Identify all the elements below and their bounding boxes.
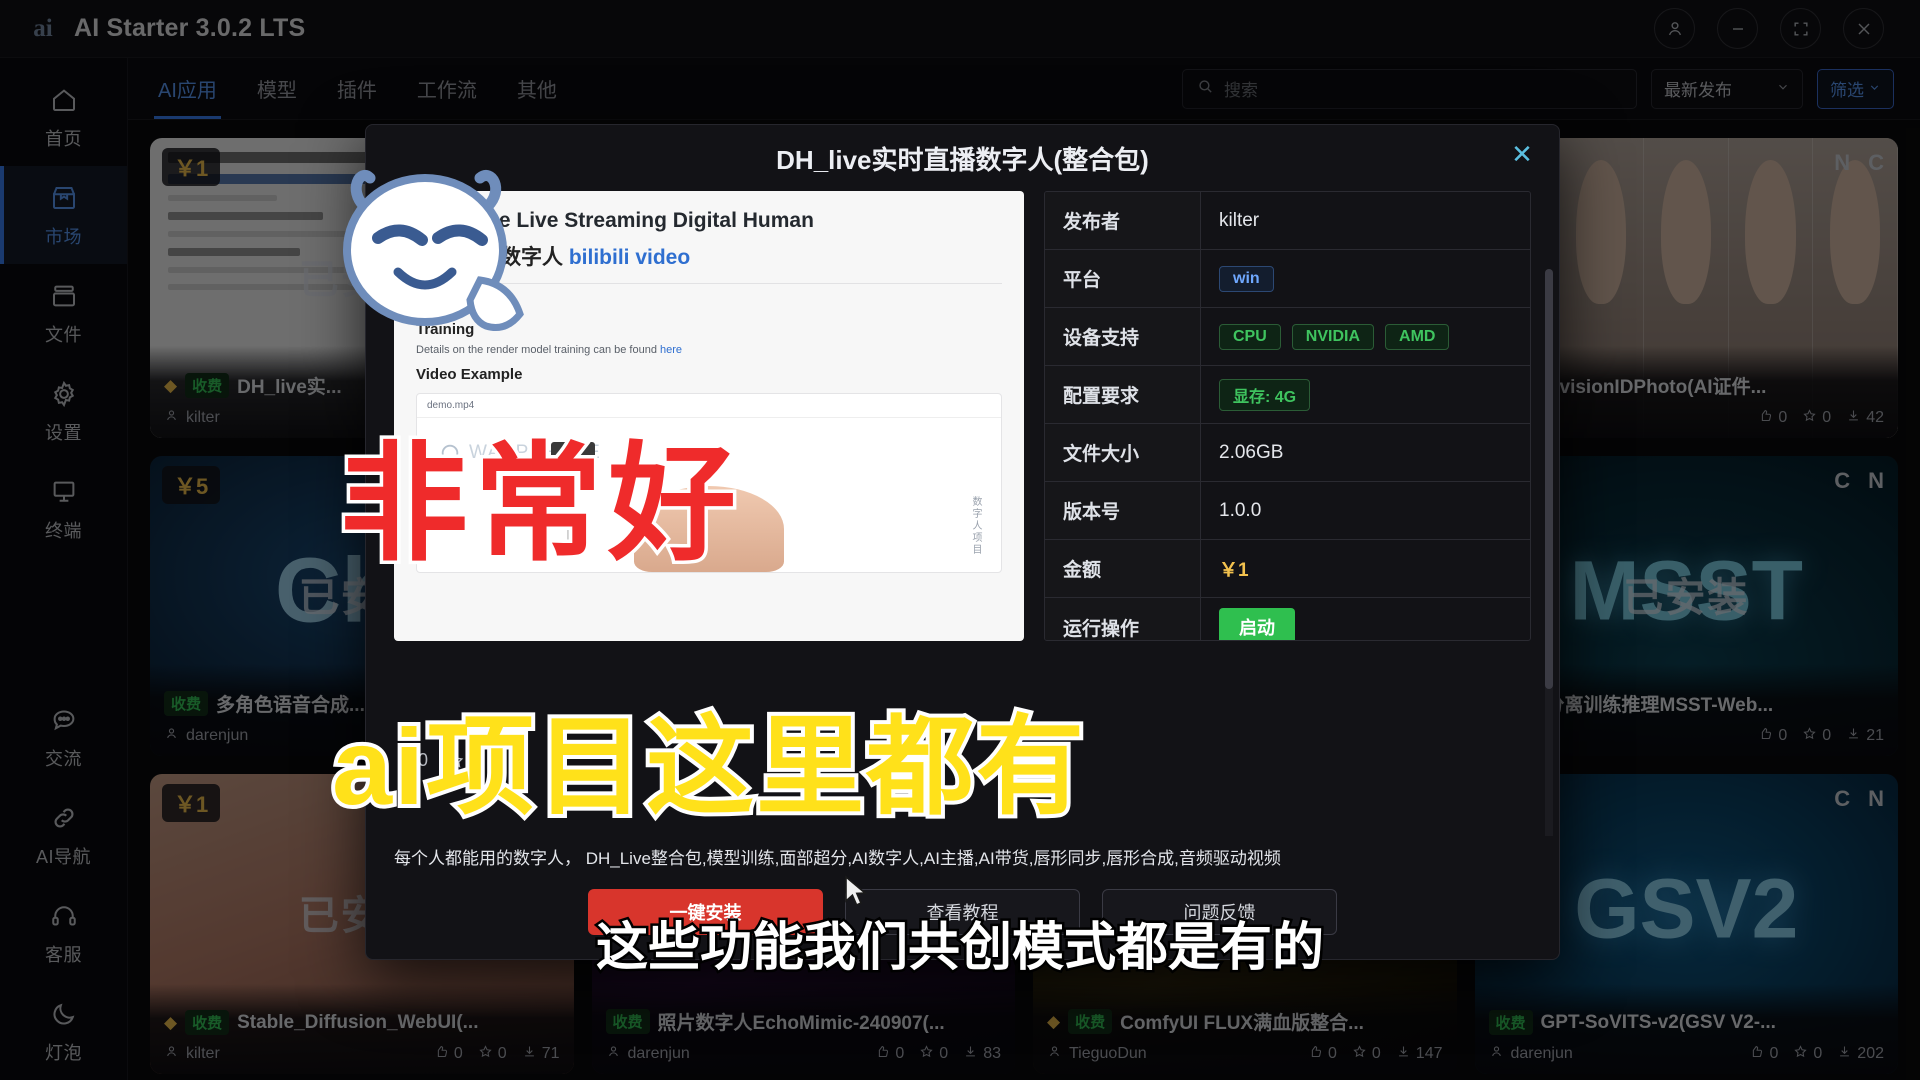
spec-row-publisher: 发布者 kilter xyxy=(1045,192,1530,250)
spec-row-version: 版本号 1.0.0 xyxy=(1045,482,1530,540)
app-window: ai AI Starter 3.0.2 LTS xyxy=(0,0,1920,1080)
overlay-red-text: 非常好 xyxy=(336,430,743,580)
platform-chip: win xyxy=(1219,265,1274,292)
readme-side-text: 数字人项目 xyxy=(970,496,981,556)
modal-title: DH_live实时直播数字人(整合包) xyxy=(776,144,1149,175)
readme-section-video: Video Example xyxy=(416,366,523,383)
mouse-cursor-icon xyxy=(843,875,869,914)
overlay-subtitle: 这些功能我们共创模式都是有的 xyxy=(593,917,1326,980)
spec-key: 文件大小 xyxy=(1045,424,1201,481)
spec-key: 平台 xyxy=(1045,250,1201,307)
spec-value: kilter xyxy=(1219,209,1260,231)
spec-key: 金额 xyxy=(1045,540,1201,597)
spec-table: 发布者 kilter 平台 win 设备支持 CPU NVIDIA AMD 配置… xyxy=(1044,191,1531,641)
spec-value: win xyxy=(1201,250,1530,307)
launch-button[interactable]: 启动 xyxy=(1219,608,1295,640)
spec-row-devices: 设备支持 CPU NVIDIA AMD xyxy=(1045,308,1530,366)
spec-key: 版本号 xyxy=(1045,482,1201,539)
spec-value: 2.06GB xyxy=(1219,441,1284,463)
spec-value: ￥1 xyxy=(1219,560,1249,581)
spec-row-filesize: 文件大小 2.06GB xyxy=(1045,424,1530,482)
modal-scrollbar[interactable] xyxy=(1545,269,1553,836)
spec-value: 启动 xyxy=(1201,598,1530,640)
overlay-yellow-text: ai项目这里都有 xyxy=(328,702,1088,831)
device-chip-cpu: CPU xyxy=(1219,323,1281,350)
spec-key: 运行操作 xyxy=(1045,598,1201,640)
spec-row-run: 运行操作 启动 xyxy=(1045,598,1530,640)
mascot-sticker-icon xyxy=(330,160,545,360)
device-chip-amd: AMD xyxy=(1385,323,1450,350)
vram-chip: 显存: 4G xyxy=(1219,378,1311,411)
modal-description: 每个人都能用的数字人， DH_Live整合包,模型训练,面部超分,AI数字人,A… xyxy=(394,848,1281,868)
spec-value: 1.0.0 xyxy=(1219,499,1262,521)
spec-key: 发布者 xyxy=(1045,192,1201,249)
spec-row-requirements: 配置要求 显存: 4G xyxy=(1045,366,1530,424)
readme-bilibili-link[interactable]: bilibili video xyxy=(569,246,690,269)
spec-value: 显存: 4G xyxy=(1201,366,1530,423)
spec-key: 配置要求 xyxy=(1045,366,1201,423)
spec-value: CPU NVIDIA AMD xyxy=(1201,308,1530,365)
readme-training-link[interactable]: here xyxy=(660,344,682,356)
spec-row-platform: 平台 win xyxy=(1045,250,1530,308)
device-chip-nvidia: NVIDIA xyxy=(1291,323,1375,350)
close-icon[interactable]: ✕ xyxy=(1507,139,1537,169)
spec-key: 设备支持 xyxy=(1045,308,1201,365)
spec-row-price: 金额 ￥1 xyxy=(1045,540,1530,598)
